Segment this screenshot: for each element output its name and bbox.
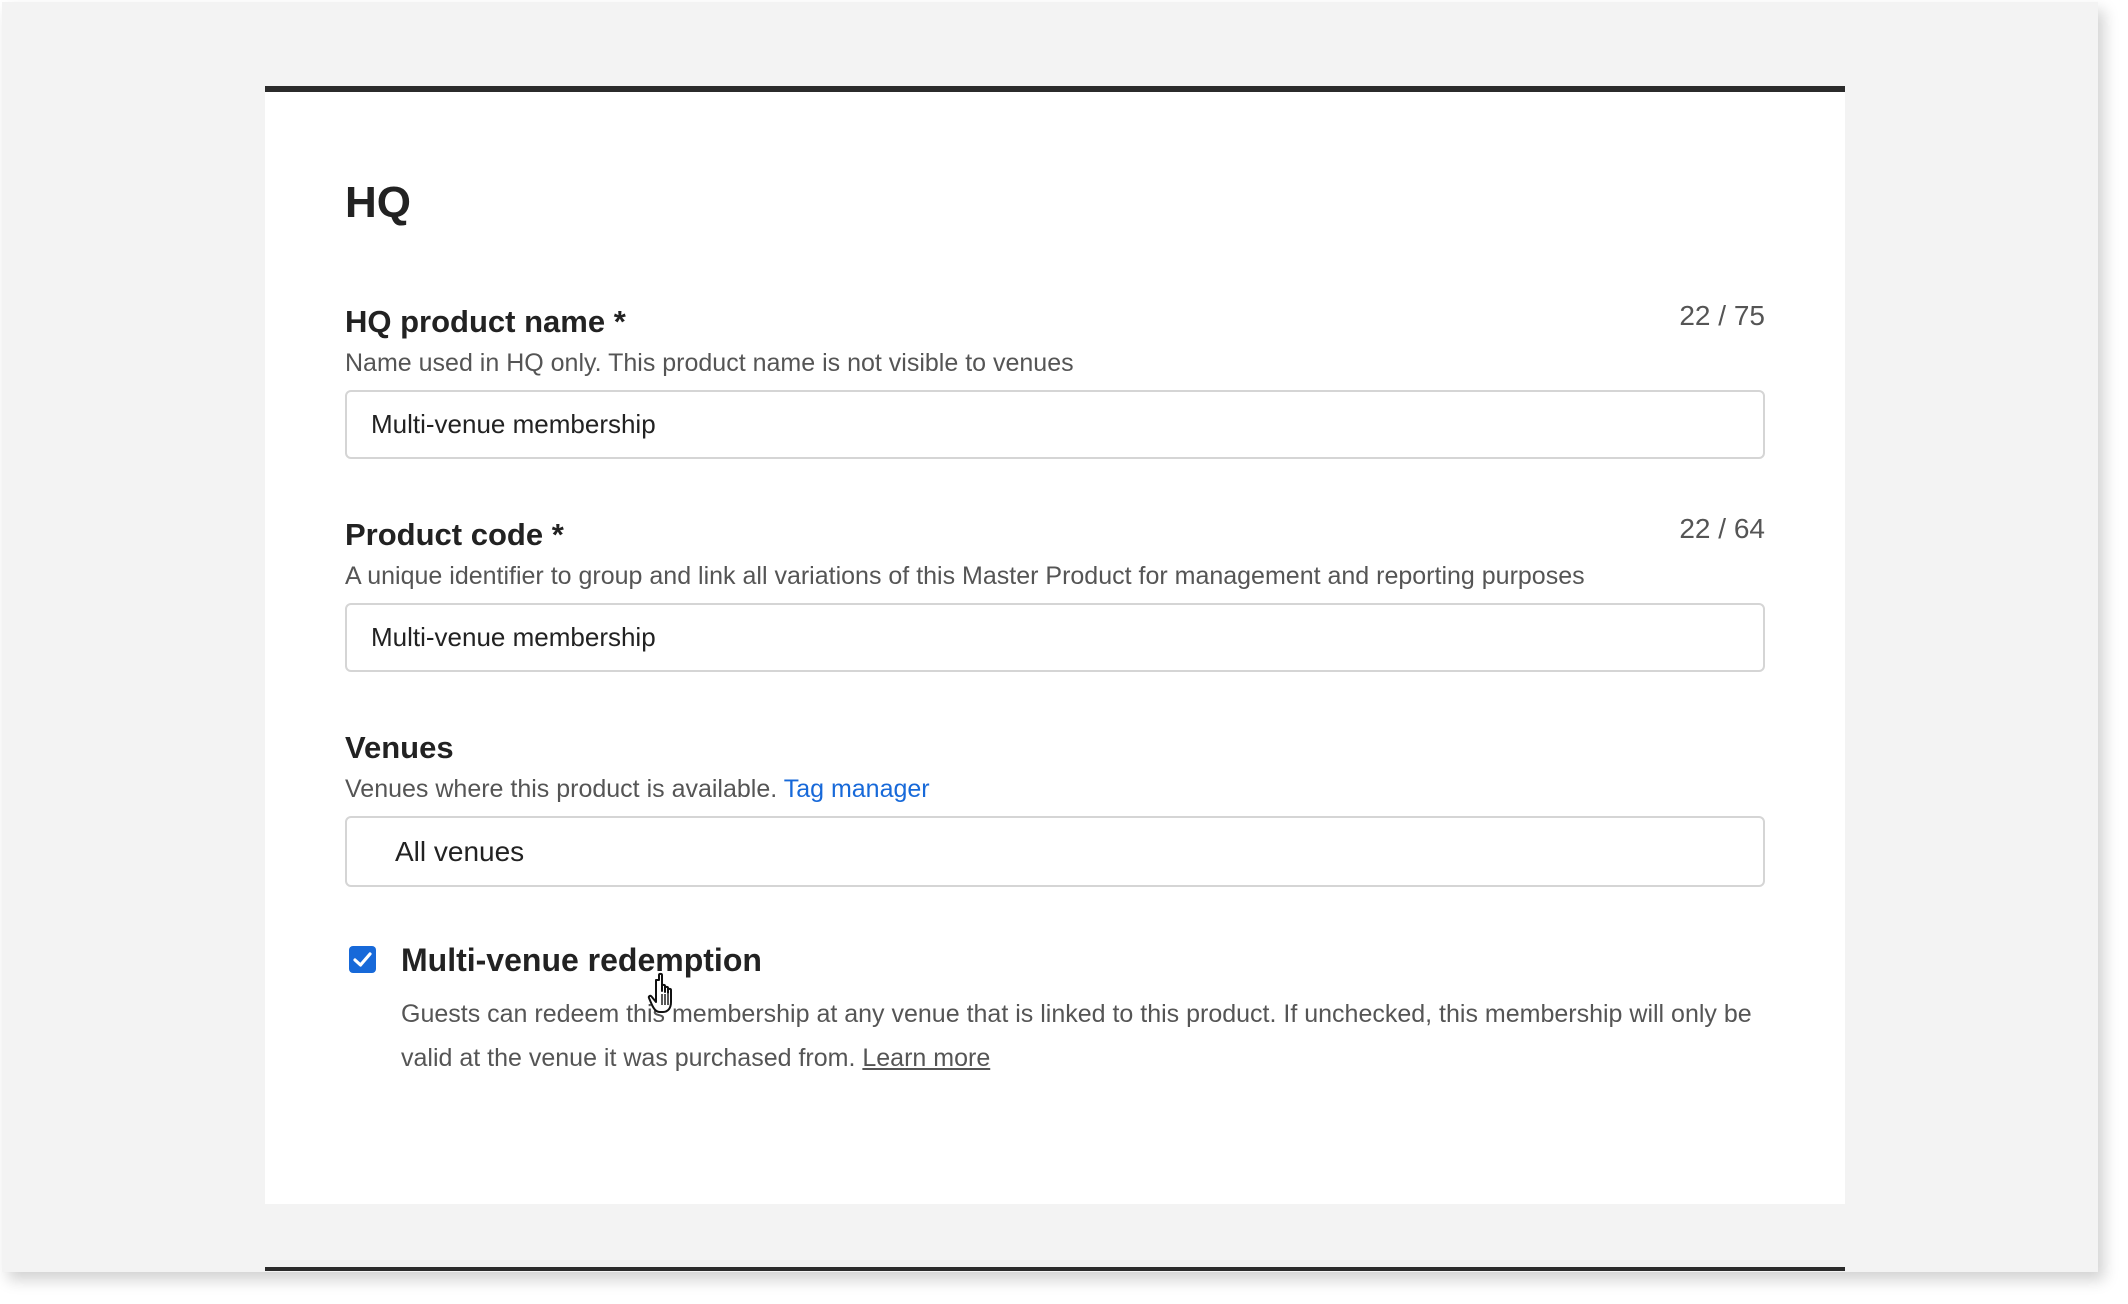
hq-section-card: HQ HQ product name * 22 / 75 Name used i… [265,86,1845,1204]
tag-manager-link[interactable]: Tag manager [784,775,930,803]
venues-label: Venues [345,730,454,765]
product-code-field: Product code * 22 / 64 A unique identifi… [345,513,1765,672]
multi-venue-redemption-checkbox[interactable] [349,946,376,973]
venues-help: Venues where this product is available. … [345,772,1765,806]
divider [265,1267,1845,1271]
checkmark-icon [353,952,372,967]
hq-product-name-counter: 22 / 75 [1679,300,1765,331]
venues-help-text: Venues where this product is available. [345,775,778,803]
product-code-input[interactable] [345,603,1765,672]
venues-field: Venues Venues where this product is avai… [345,728,1765,887]
multi-venue-redemption-help: Guests can redeem this membership at any… [401,992,1761,1080]
product-code-counter: 22 / 64 [1679,513,1765,544]
multi-venue-redemption-label[interactable]: Multi-venue redemption [401,940,762,980]
hq-product-name-input[interactable] [345,390,1765,459]
hand-pointer-cursor-icon [647,972,672,1013]
product-code-label: Product code * [345,517,564,552]
learn-more-link[interactable]: Learn more [862,1044,990,1072]
hq-product-name-field: HQ product name * 22 / 75 Name used in H… [345,300,1765,459]
section-title: HQ [345,178,411,227]
multi-venue-redemption-help-text: Guests can redeem this membership at any… [401,1000,1752,1072]
venues-select[interactable]: All venues [345,816,1765,887]
product-code-help: A unique identifier to group and link al… [345,562,1585,590]
hq-product-name-label: HQ product name * [345,304,626,339]
hq-product-name-help: Name used in HQ only. This product name … [345,349,1074,377]
